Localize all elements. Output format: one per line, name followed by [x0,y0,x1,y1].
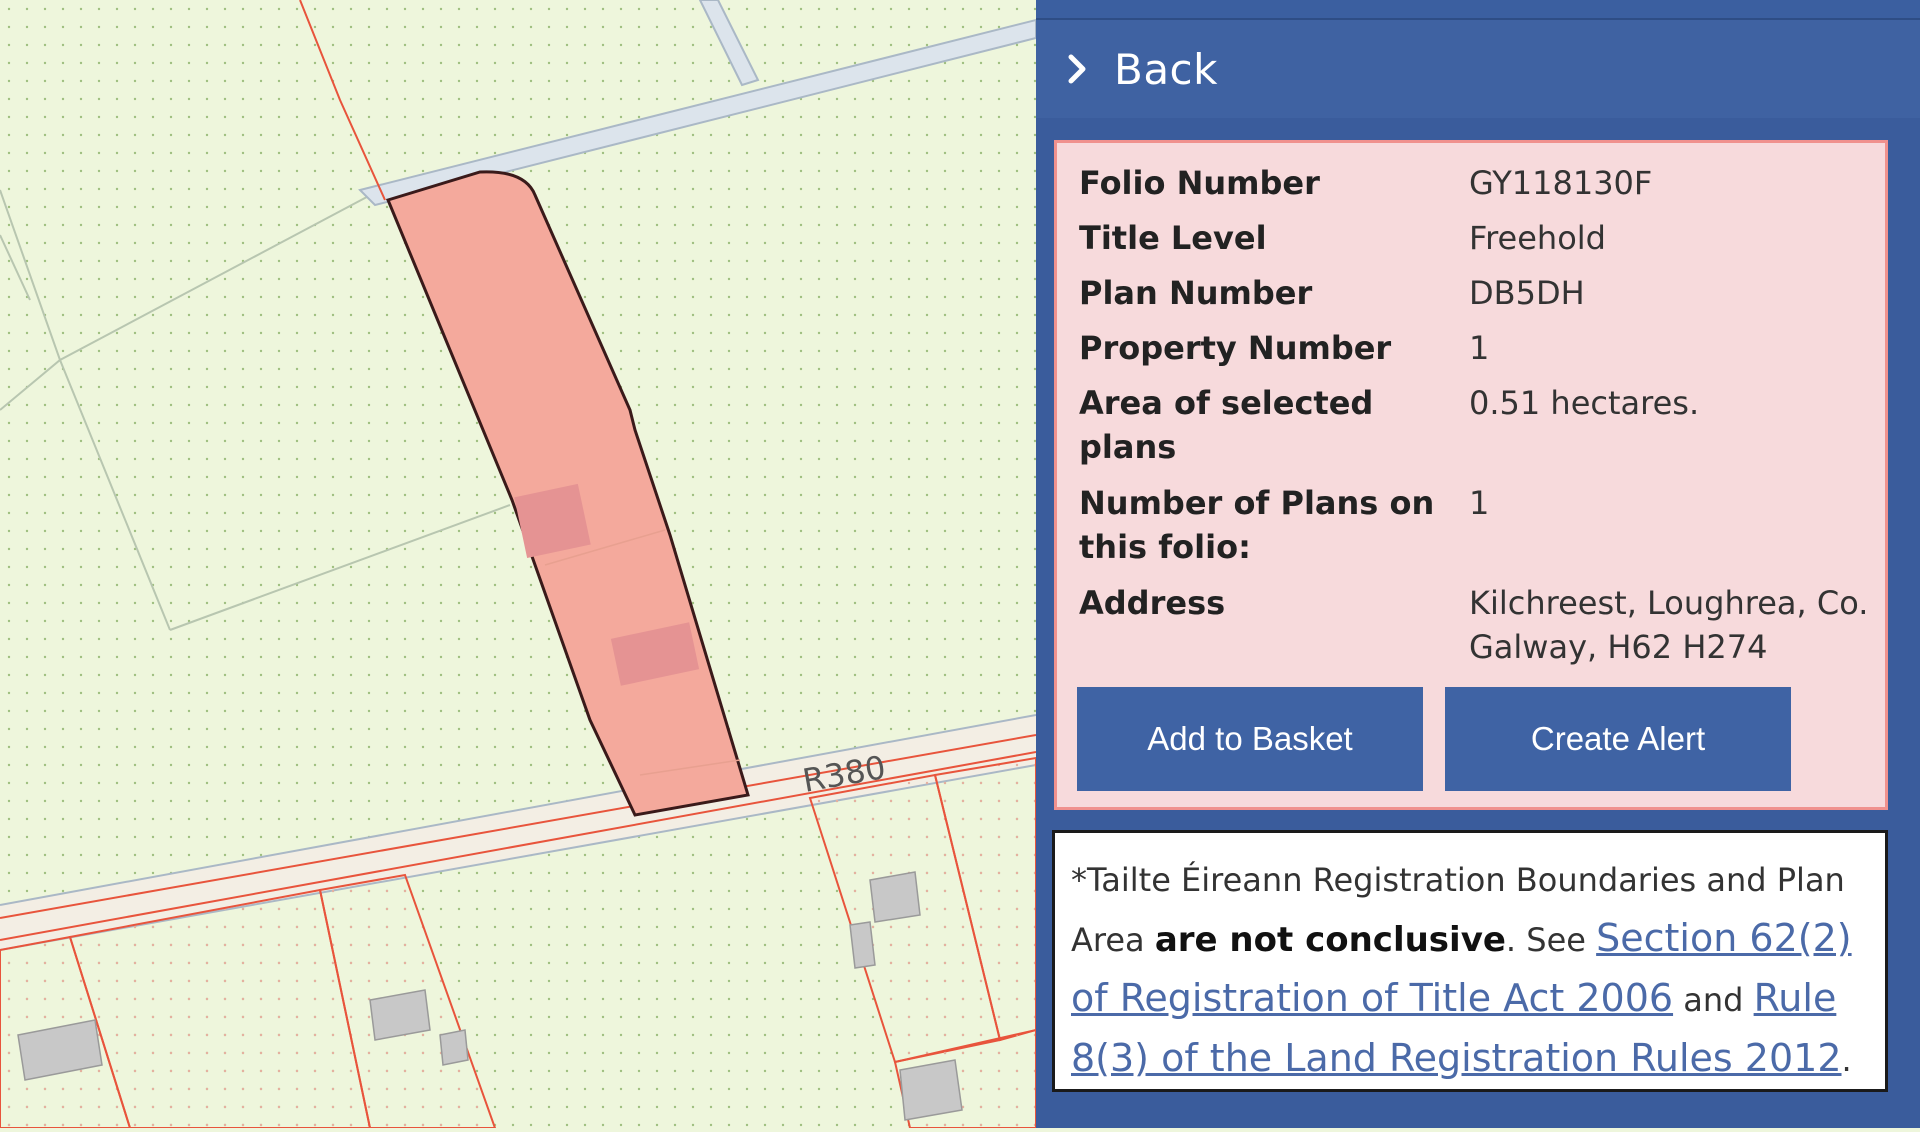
field-label: Address [1079,584,1226,622]
field-address: Address [1079,581,1225,625]
folio-details: Folio Number GY118130F Title Level Freeh… [1054,140,1888,810]
folio-panel: Back Folio Number GY118130F Title Level … [1036,0,1920,1128]
create-alert-button[interactable]: Create Alert [1445,687,1791,791]
field-folio-number: Folio Number [1079,161,1320,205]
field-label: Title Level [1079,219,1267,257]
disclaimer-note: *Tailte Éireann Registration Boundaries … [1052,830,1888,1092]
add-to-basket-button[interactable]: Add to Basket [1077,687,1423,791]
field-number-of-plans: Number of Plans on this folio: [1079,481,1459,569]
field-value: GY118130F [1469,164,1653,202]
field-label: Number of Plans on this folio: [1079,484,1435,566]
map-canvas[interactable]: R380 [0,0,1037,1129]
chevron-right-icon [1058,49,1098,89]
field-label: Plan Number [1079,274,1313,312]
note-bold: are not conclusive [1154,920,1506,960]
field-label: Property Number [1079,329,1392,367]
field-value: 1 [1469,329,1490,367]
field-area: Area of selected plans [1079,381,1439,469]
note-end: . [1841,1041,1852,1079]
field-property-number: Property Number [1079,326,1391,370]
field-plan-number: Plan Number [1079,271,1312,315]
note-and: and [1673,981,1754,1019]
map-view[interactable]: R380 [0,0,1037,1129]
panel-top-strip [1036,0,1920,20]
back-button[interactable]: Back [1036,20,1920,118]
field-label: Folio Number [1079,164,1320,202]
note-see: . See [1505,921,1597,959]
field-title-level: Title Level [1079,216,1267,260]
field-value: 1 [1469,484,1490,522]
field-value: Kilchreest, Loughrea, Co. Galway, H62 H2… [1469,584,1869,666]
field-value: 0.51 hectares. [1469,384,1700,422]
field-value: DB5DH [1469,274,1585,312]
back-label: Back [1114,44,1218,94]
field-value: Freehold [1469,219,1606,257]
field-label: Area of selected plans [1079,384,1374,466]
